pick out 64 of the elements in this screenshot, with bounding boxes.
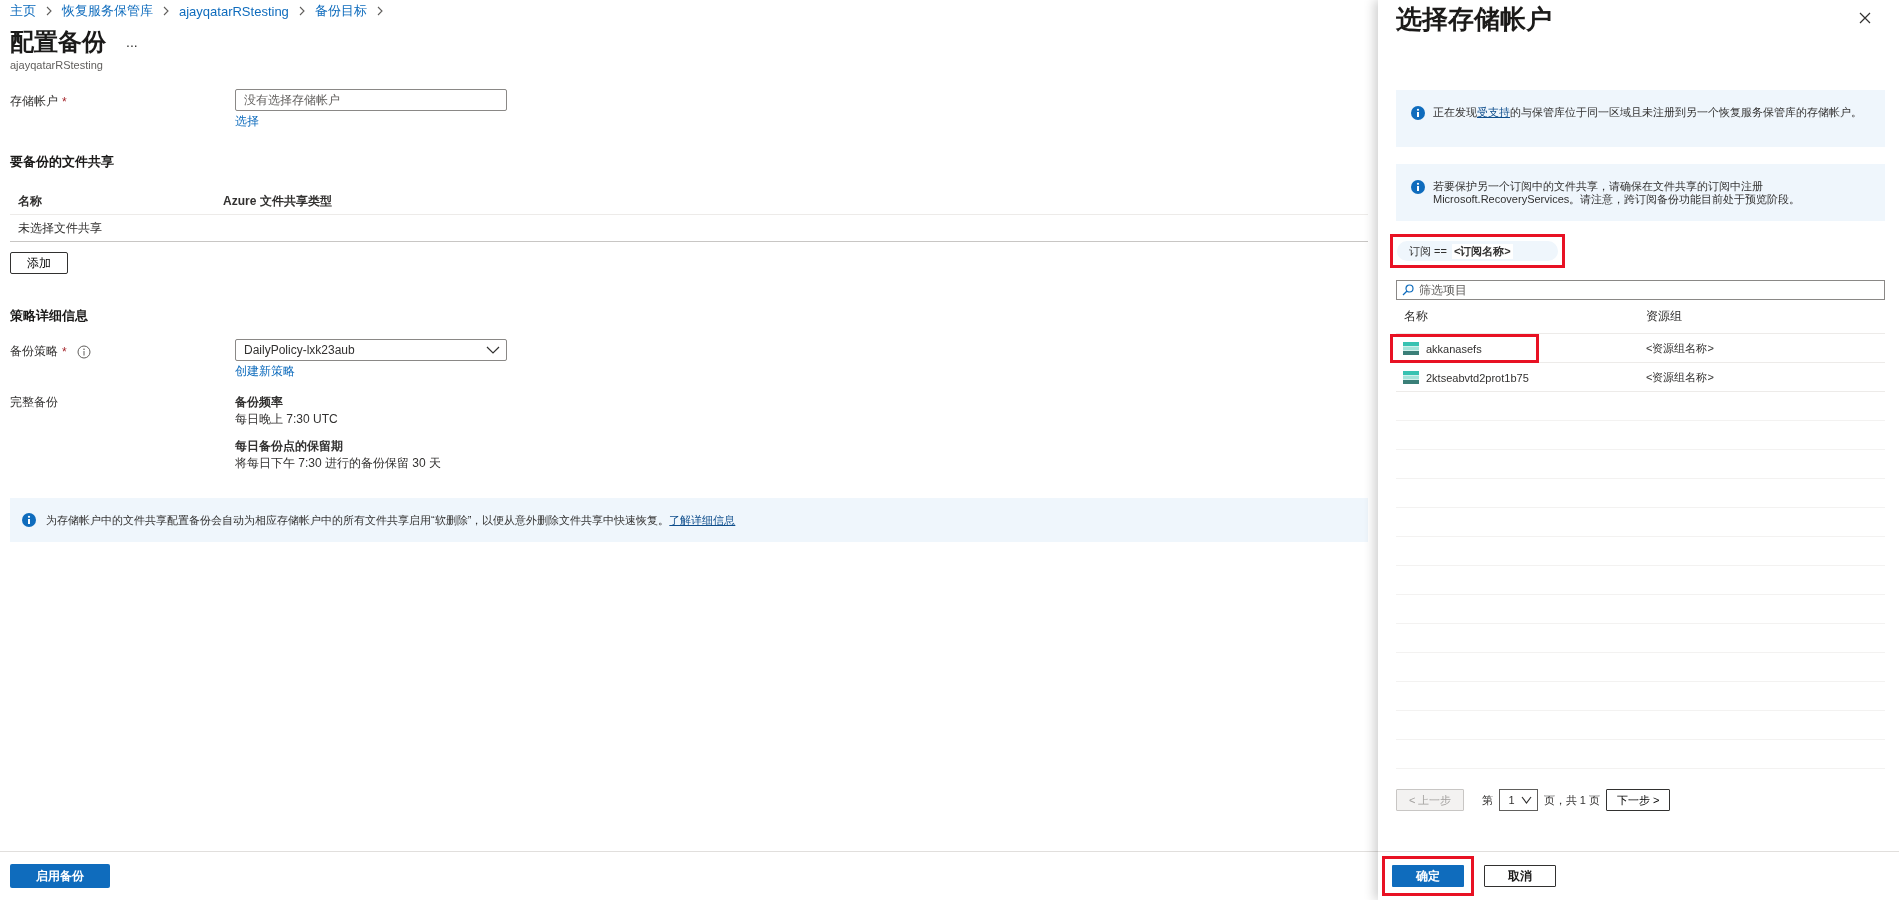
table-row[interactable]: 2ktseabvtd2prot1b75 <资源组名称> <box>1396 363 1885 392</box>
section-heading: 策略详细信息 <box>10 307 88 325</box>
detail-text: 将每日下午 7:30 进行的备份保留 30 天 <box>235 456 442 470</box>
breadcrumb-link[interactable]: 备份目标 <box>314 2 367 20</box>
column-header: Azure 文件共享类型 <box>223 192 333 210</box>
supported-link[interactable]: 受支持 <box>1477 106 1510 118</box>
page-subtitle: ajayqatarRStesting <box>10 59 103 71</box>
next-button[interactable]: 下一步 > <box>1605 789 1671 811</box>
column-header: 资源组 <box>1646 308 1683 325</box>
add-button[interactable]: 添加 <box>10 252 68 274</box>
column-header: 名称 <box>1404 308 1429 325</box>
detail-text: 每日晚上 7:30 UTC <box>235 412 338 426</box>
field-label: 完整备份 <box>10 394 58 411</box>
info-icon <box>76 344 91 359</box>
table-cell: <资源组名称> <box>1646 342 1714 354</box>
table-cell: 2ktseabvtd2prot1b75 <box>1426 371 1529 384</box>
notice-text: 正在发现受支持的与保管库位于同一区域且未注册到另一个恢复服务保管库的存储帐户。 <box>1433 106 1863 119</box>
cancel-button[interactable]: 取消 <box>1484 865 1556 887</box>
filter-chip[interactable]: 订阅 == <订阅名称> <box>1397 241 1558 261</box>
column-header: 名称 <box>18 192 43 210</box>
storage-account-icon <box>1403 342 1419 355</box>
notice-text: 为存储帐户中的文件共享配置备份会自动为相应存储帐户中的所有文件共享启用“软删除”，以便从意外删除文件共享中快速恢复。了解详细信息 <box>46 512 736 528</box>
filter-field[interactable]: 筛选项目 <box>1396 280 1885 300</box>
table-cell: <资源组名称> <box>1646 371 1714 383</box>
empty-table-text: 未选择文件共享 <box>18 219 102 237</box>
select-link[interactable]: 选择 <box>235 113 259 130</box>
page-label: 页，共 1 页 <box>1543 792 1600 808</box>
field-label: 存储帐户 <box>10 93 58 110</box>
page-dropdown[interactable]: 1 <box>1499 789 1538 811</box>
storage-account-field[interactable]: 没有选择存储帐户 <box>235 89 507 111</box>
required-mark: * <box>62 344 67 359</box>
section-heading: 要备份的文件共享 <box>10 153 114 171</box>
required-mark: * <box>62 94 67 109</box>
panel-title: 选择存储帐户 <box>1396 3 1552 36</box>
create-policy-link[interactable]: 创建新策略 <box>235 363 295 380</box>
close-icon <box>1859 12 1871 24</box>
breadcrumb-link[interactable]: 主页 <box>10 2 36 20</box>
notice-text: 若要保护另一个订阅中的文件共享，请确保在文件共享的订阅中注册 Microsoft.RecoveryServices。请注意，跨订阅备份功能目前处于预览阶段。 <box>1433 180 1802 206</box>
info-icon <box>1411 106 1425 120</box>
search-icon <box>1402 284 1414 296</box>
table-row[interactable]: akkanasefs <资源组名称> <box>1396 334 1885 363</box>
close-button[interactable] <box>1859 12 1871 24</box>
breadcrumb-link[interactable]: ajayqatarRStesting <box>179 3 289 19</box>
enable-backup-button[interactable]: 启用备份 <box>10 864 110 888</box>
chevron-down-icon <box>1520 796 1532 804</box>
learn-more-link[interactable]: 了解详细信息 <box>669 513 736 526</box>
more-button[interactable]: ... <box>124 34 140 50</box>
storage-account-icon <box>1403 371 1419 384</box>
field-label: 备份策略 <box>10 343 58 360</box>
detail-title: 备份频率 <box>235 395 283 409</box>
info-icon <box>22 513 36 527</box>
detail-title: 每日备份点的保留期 <box>235 439 343 453</box>
breadcrumb-link[interactable]: 恢复服务保管库 <box>62 2 153 20</box>
policy-dropdown[interactable]: DailyPolicy-lxk23aub <box>235 339 507 361</box>
chevron-right-icon <box>297 6 306 16</box>
table-cell: akkanasefs <box>1426 342 1482 355</box>
info-icon <box>1411 180 1425 194</box>
page-title: 配置备份 <box>10 27 106 57</box>
chevron-right-icon <box>45 6 53 16</box>
chevron-down-icon <box>486 346 500 354</box>
chevron-right-icon <box>375 6 384 16</box>
ok-button[interactable]: 确定 <box>1392 865 1464 887</box>
chevron-right-icon <box>162 6 170 16</box>
page-label: 第 <box>1482 792 1494 808</box>
